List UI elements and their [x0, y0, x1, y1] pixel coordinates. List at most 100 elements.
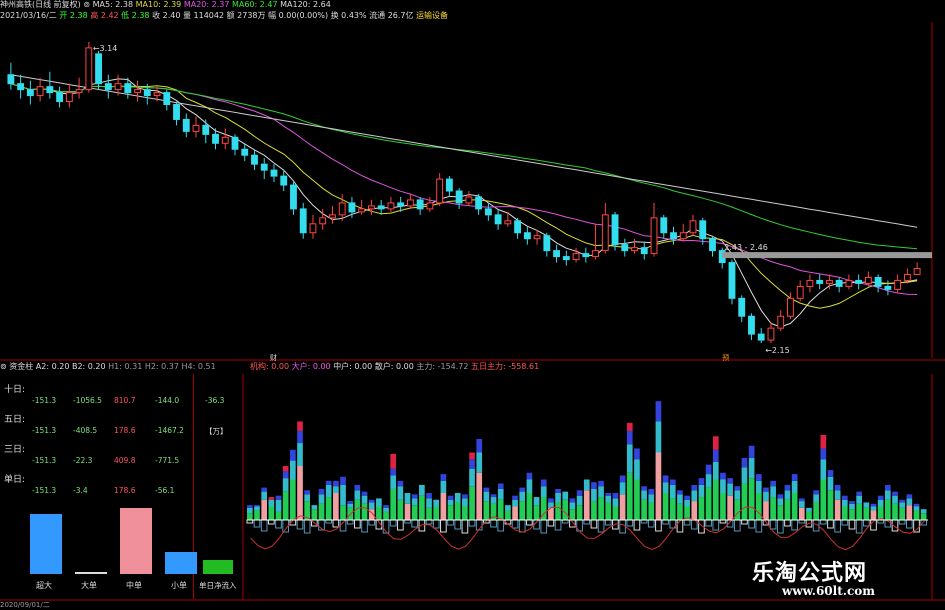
flow-bar-negative [784, 519, 791, 527]
flow-bar-segment [856, 503, 862, 520]
flow-cell: 409.8 [114, 456, 136, 465]
flow-bar-segment [849, 501, 855, 504]
flow-bar-segment [727, 495, 733, 520]
indicator-params: A2: 0.20 B2: 0.20 H1: 0.31 H2: 0.37 H4: … [36, 362, 216, 371]
flow-bar-segment [734, 499, 741, 520]
flow-label-5: 五日主力: -558.61 [471, 362, 540, 371]
flow-bar-segment [777, 494, 784, 499]
flow-bar-segment [290, 460, 296, 480]
flow-bar-segment [340, 484, 346, 506]
candle-body [445, 178, 453, 192]
flow-bar-segment [827, 490, 834, 520]
flow-bar-segment [784, 499, 791, 520]
flow-bar-segment [411, 494, 418, 499]
ma-line-5 [10, 78, 918, 328]
flow-bar-segment [562, 499, 569, 520]
flow-bar-negative [633, 519, 641, 531]
flow-bar-segment [325, 484, 332, 498]
flow-bar-segment [390, 475, 397, 489]
candle-body [426, 202, 434, 210]
flow-bar-segment [526, 493, 533, 520]
flow-bar-segment [641, 490, 647, 500]
flow-bar-segment [791, 474, 798, 481]
flow-bar-segment [705, 487, 712, 520]
candle-body [787, 297, 794, 317]
flow-bar-segment [684, 499, 690, 507]
flow-bar-segment [333, 493, 339, 520]
gear-icon[interactable]: ⊚ [0, 362, 7, 371]
flow-bar-segment [254, 505, 260, 507]
flow-bar-segment [583, 490, 590, 520]
flow-bar-segment [727, 483, 733, 496]
flow-bar-segment [411, 505, 418, 520]
flow-bar-segment [698, 478, 705, 485]
candle-body [134, 89, 141, 94]
param-label-4: H4: 0.51 [181, 362, 216, 371]
flow-bar-segment [497, 488, 504, 500]
candle-body [465, 196, 473, 204]
candle-body [221, 136, 229, 144]
flow-bar-segment [741, 457, 748, 468]
flow-bar-segment [512, 495, 518, 500]
flow-bar-segment [426, 493, 432, 499]
flow-bar-negative [712, 519, 720, 531]
flow-bar-segment [720, 493, 726, 520]
flow-bar-segment [598, 480, 604, 487]
flow-bar-segment [691, 484, 698, 491]
flow-bar-segment [433, 506, 440, 520]
flow-bar-negative [841, 519, 849, 526]
flow-bar-segment [634, 479, 640, 520]
flow-bar-segment [763, 501, 769, 520]
flow-bar-segment [899, 502, 905, 508]
flow-summary-bar-label: 小单 [171, 581, 187, 590]
flow-bar-negative [898, 519, 906, 525]
flow-bar-segment [555, 488, 561, 493]
flow-bar-negative [368, 519, 376, 526]
flow-extra: -36.3 [205, 396, 225, 405]
flow-bar-segment [383, 505, 389, 508]
candle-body [65, 92, 73, 103]
flow-bar-segment [325, 497, 332, 520]
flow-bar-segment [354, 484, 361, 491]
candle-body [143, 89, 151, 97]
flow-bar-segment [368, 502, 375, 510]
flow-bar-segment [526, 472, 533, 480]
flow-bar-negative [655, 519, 662, 532]
flow-bar-segment [712, 461, 719, 480]
flow-bar-negative [440, 519, 447, 533]
flow-bar-segment [311, 509, 318, 520]
flow-bar-negative [769, 519, 777, 530]
flow-bar-segment [648, 494, 655, 503]
high-price-label: ←3.14 [93, 44, 118, 53]
event-marker-finance: 财 [270, 353, 277, 362]
flow-bar-negative [626, 519, 634, 527]
flow-bar-segment [576, 505, 583, 520]
flow-bar-segment [834, 484, 841, 491]
flow-bar-segment [469, 468, 475, 487]
candle-body [631, 247, 638, 252]
flow-bar-segment [841, 506, 848, 520]
flow-bar-segment [268, 506, 275, 520]
flow-bar-segment [440, 493, 447, 520]
flow-bar-segment [813, 490, 819, 495]
capital-flow-bars [246, 401, 928, 551]
flow-bar-segment [376, 498, 382, 507]
candle-body [650, 217, 658, 255]
flow-bar-negative [275, 519, 282, 529]
flow-bar-segment [476, 439, 483, 453]
flow-bar-negative [662, 519, 669, 525]
flow-bar-segment [569, 502, 576, 510]
flow-summary-bar-label: 大单 [81, 581, 97, 590]
flow-cell: -151.3 [32, 396, 57, 405]
candle-body [299, 208, 307, 234]
indicator-name[interactable]: 资金柱 [9, 362, 33, 371]
flow-bar-segment [505, 505, 511, 511]
flow-summary-bar [30, 514, 62, 574]
candle-body [231, 136, 239, 150]
flow-bar-segment [784, 490, 791, 500]
flow-bar-segment [397, 499, 404, 520]
flow-bar-segment [419, 484, 425, 496]
candle-body [387, 202, 395, 210]
candle-body [85, 47, 93, 91]
flow-bar-negative [497, 519, 505, 532]
